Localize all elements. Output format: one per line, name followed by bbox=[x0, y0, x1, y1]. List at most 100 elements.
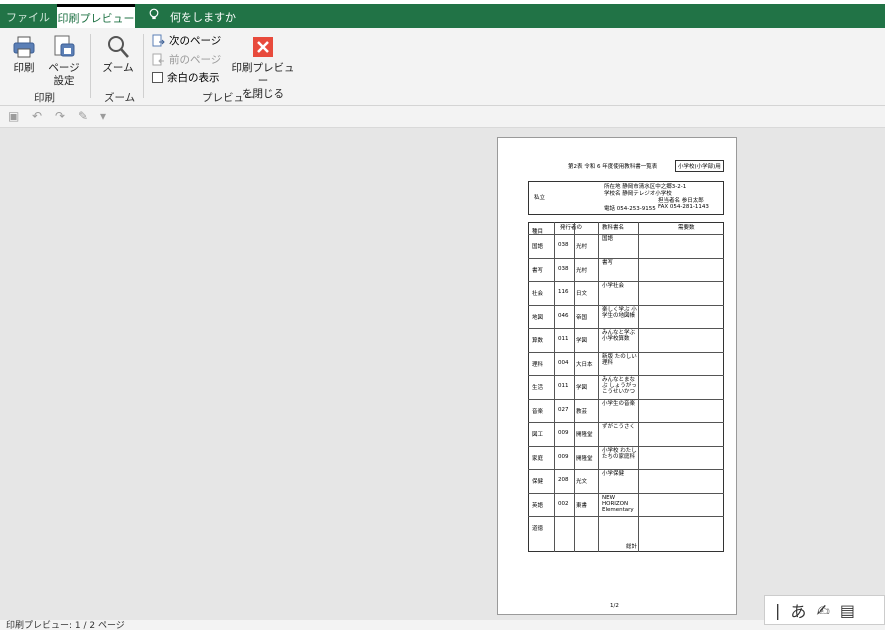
qat-customize-icon[interactable]: ▾ bbox=[100, 109, 106, 123]
row-publisher: 学図 bbox=[576, 338, 588, 344]
doc-title: 第2表 令和 6 年度使用教科書一覧表 bbox=[568, 164, 658, 170]
table-row-divider bbox=[528, 445, 724, 447]
tab-file[interactable]: ファイル bbox=[6, 9, 50, 25]
zoom-button[interactable]: ズーム bbox=[100, 34, 136, 75]
ribbon-tab-bar: ファイル 印刷プレビュー 何をしますか bbox=[0, 0, 885, 28]
table-column-divider bbox=[574, 222, 575, 552]
row-textbook: みんなと学ぶ 小学校算数 bbox=[602, 330, 636, 342]
undo-icon[interactable]: ↶ bbox=[32, 109, 42, 123]
show-margins-checkbox[interactable]: 余白の表示 bbox=[152, 70, 220, 85]
table-row-divider bbox=[528, 375, 724, 376]
doc-category: 私立 bbox=[534, 195, 546, 201]
close-icon bbox=[253, 37, 273, 57]
row-publisher: 開隆堂 bbox=[576, 455, 593, 462]
row-code: 011 bbox=[558, 383, 569, 389]
row-publisher: 光文 bbox=[576, 479, 588, 485]
print-button[interactable]: 印刷 bbox=[8, 34, 40, 75]
ime-toolbar[interactable]: | あ ✍ ▤ bbox=[764, 595, 885, 625]
row-code: 038 bbox=[558, 242, 569, 248]
table-row-divider bbox=[528, 234, 724, 235]
page-setup-button[interactable]: ページ 設定 bbox=[46, 34, 82, 88]
printer-icon bbox=[13, 36, 35, 58]
next-page-icon bbox=[152, 34, 165, 47]
row-subject: 国語 bbox=[532, 244, 544, 250]
zoom-label: ズーム bbox=[102, 62, 134, 74]
group-label-preview: プレビュー bbox=[202, 92, 255, 104]
next-page-label: 次のページ bbox=[169, 35, 222, 47]
ime-mode[interactable]: あ bbox=[790, 598, 806, 622]
row-code: 009 bbox=[558, 430, 569, 436]
page-setup-label-2: 設定 bbox=[53, 75, 75, 87]
row-code: 116 bbox=[558, 289, 569, 295]
row-code: 208 bbox=[558, 477, 569, 483]
page-number: 1/2 bbox=[610, 603, 619, 609]
redo-icon[interactable]: ↷ bbox=[55, 109, 65, 123]
row-publisher: 大日本 bbox=[576, 361, 593, 368]
row-subject: 算数 bbox=[532, 338, 544, 344]
row-textbook: 小学保健 bbox=[602, 471, 625, 477]
ime-tool-icon[interactable]: ▤ bbox=[840, 601, 855, 620]
table-row-divider bbox=[528, 469, 724, 470]
ribbon: 印刷 ページ 設定 ズーム 次のページ 前のページ 余白の表示 印刷プレビュー … bbox=[0, 28, 885, 106]
total-label: 総計 bbox=[626, 544, 638, 550]
row-publisher: 帝国 bbox=[576, 314, 588, 321]
row-textbook: みんなとまなぶ しょうがっこうせいかつ bbox=[602, 377, 637, 395]
table-row-divider bbox=[528, 398, 724, 400]
prev-page-label: 前のページ bbox=[169, 54, 222, 66]
row-subject: 家庭 bbox=[532, 455, 544, 462]
ime-divider: | bbox=[775, 600, 781, 620]
table-column-divider bbox=[638, 222, 639, 552]
close-preview-label-1: 印刷プレビュー bbox=[231, 62, 295, 87]
format-painter-icon[interactable]: ✎ bbox=[78, 109, 88, 123]
print-label: 印刷 bbox=[13, 62, 35, 74]
row-subject: 音楽 bbox=[532, 408, 544, 415]
row-subject: 地図 bbox=[532, 314, 544, 321]
row-code: 038 bbox=[558, 265, 569, 272]
col-count: 需要数 bbox=[678, 225, 695, 231]
doc-school-type: 小学校(小学部)用 bbox=[675, 160, 724, 172]
row-textbook: 新版 たのしい理科 bbox=[602, 353, 637, 366]
table-row-divider bbox=[528, 422, 724, 423]
row-subject: 英語 bbox=[532, 502, 544, 509]
row-subject: 理科 bbox=[532, 361, 544, 368]
col-publisher: 発行者の bbox=[560, 225, 583, 231]
tab-print-preview[interactable]: 印刷プレビュー bbox=[57, 4, 135, 28]
group-label-print: 印刷 bbox=[34, 92, 55, 104]
next-page-button[interactable]: 次のページ bbox=[152, 33, 221, 48]
row-code: 009 bbox=[558, 453, 569, 460]
page-setup-label-1: ページ bbox=[48, 62, 80, 74]
table-column-divider bbox=[554, 222, 555, 552]
doc-fax: FAX 054-281-1143 bbox=[658, 204, 709, 210]
row-textbook: 楽しく学ぶ 小学生の地図帳 bbox=[602, 306, 637, 319]
row-textbook: 小学校 わたしたちの家庭科 bbox=[602, 447, 637, 460]
ribbon-separator bbox=[143, 34, 144, 98]
prev-page-icon bbox=[152, 53, 164, 66]
table-row-divider bbox=[528, 351, 724, 353]
tell-me-search[interactable]: 何をしますか bbox=[170, 9, 236, 25]
row-publisher: 光村 bbox=[576, 244, 588, 250]
row-code: 011 bbox=[558, 336, 569, 342]
preview-canvas[interactable] bbox=[0, 128, 885, 620]
status-bar: 印刷プレビュー: 1 / 2 ページ bbox=[0, 620, 885, 630]
table-row-divider bbox=[528, 492, 724, 494]
prev-page-button[interactable]: 前のページ bbox=[152, 52, 221, 67]
row-publisher: 東書 bbox=[576, 502, 588, 509]
row-publisher: 学図 bbox=[576, 385, 588, 391]
lightbulb-icon bbox=[149, 8, 159, 20]
row-code: 002 bbox=[558, 500, 569, 507]
row-publisher: 開隆堂 bbox=[576, 432, 593, 438]
row-textbook: 小学生の音楽 bbox=[602, 400, 636, 407]
save-icon[interactable]: ▣ bbox=[8, 109, 19, 123]
row-textbook: NEW HORIZON Elementary bbox=[602, 494, 634, 513]
row-publisher: 教芸 bbox=[576, 408, 588, 415]
quick-access-toolbar: ▣ ↶ ↷ ✎ ▾ bbox=[0, 106, 885, 128]
row-subject: 社会 bbox=[532, 291, 544, 297]
row-subject: 生活 bbox=[532, 385, 544, 391]
ime-pad-icon[interactable]: ✍ bbox=[816, 601, 829, 620]
table-column-divider bbox=[598, 222, 599, 552]
row-textbook: 国語 bbox=[602, 236, 614, 242]
page-setup-icon bbox=[54, 35, 75, 57]
row-textbook: 書写 bbox=[602, 259, 614, 266]
table-row-divider bbox=[528, 281, 724, 282]
doc-phone: 電話 054-253-9155 bbox=[604, 206, 656, 212]
